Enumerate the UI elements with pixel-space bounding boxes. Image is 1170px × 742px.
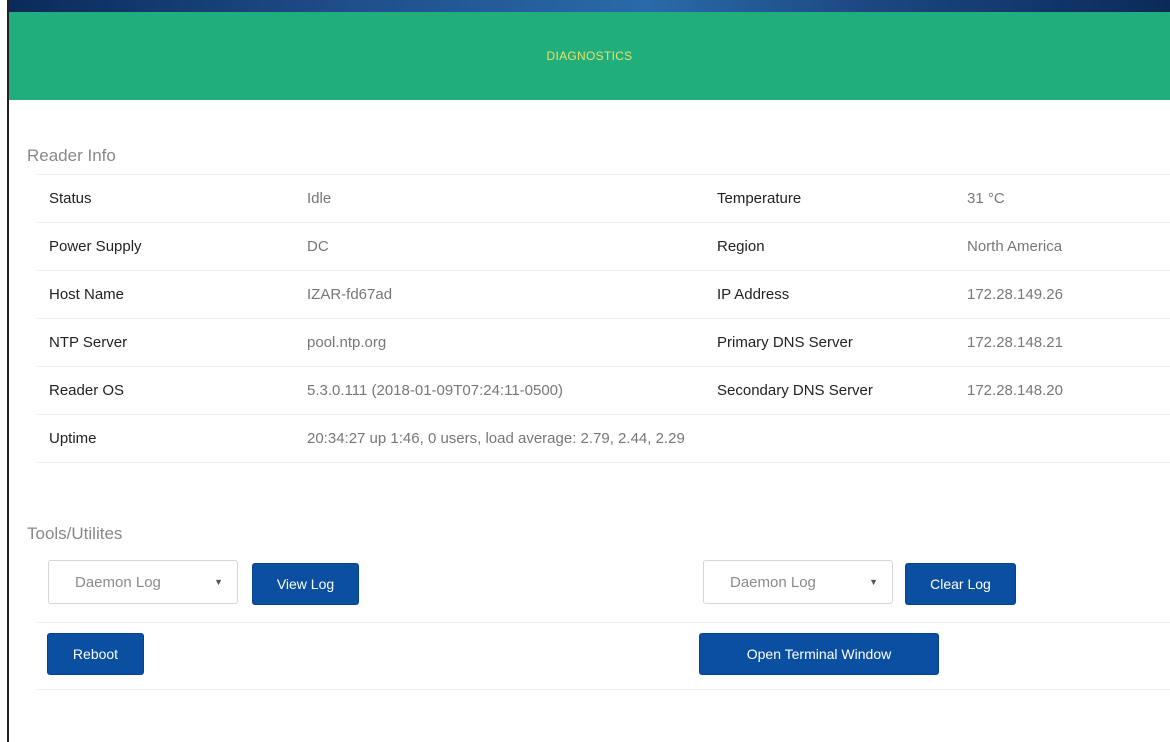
tools-area: Daemon Log ▼ View Log Daemon Log ▼ Clear… — [37, 560, 1170, 690]
uptime-value: 20:34:27 up 1:46, 0 users, load average:… — [307, 430, 685, 447]
uptime-label: Uptime — [49, 430, 97, 447]
temperature-value: 31 °C — [967, 190, 1005, 207]
primary-dns-label: Primary DNS Server — [717, 334, 853, 351]
reader-info-table: Status Idle Temperature 31 °C Power Supp… — [37, 174, 1170, 463]
host-name-label: Host Name — [49, 286, 125, 303]
title-bar: DIAGNOSTICS — [9, 12, 1170, 100]
clear-log-button[interactable]: Clear Log — [905, 563, 1016, 605]
log-tools-row: Daemon Log ▼ View Log Daemon Log ▼ Clear… — [37, 560, 1170, 623]
tools-heading: Tools/Utilites — [27, 524, 123, 543]
reader-os-value: 5.3.0.111 (2018-01-09T07:24:11-0500) — [307, 382, 564, 399]
reboot-button[interactable]: Reboot — [47, 633, 144, 675]
table-row: Power Supply DC Region North America — [37, 222, 1170, 271]
system-tools-row: Reboot Open Terminal Window — [37, 623, 1170, 690]
table-row: Reader OS 5.3.0.111 (2018-01-09T07:24:11… — [37, 366, 1170, 415]
region-value: North America — [967, 238, 1063, 255]
ip-address-value: 172.28.149.26 — [967, 286, 1063, 303]
temperature-label: Temperature — [717, 190, 802, 207]
top-banner-strip — [9, 0, 1170, 12]
host-name-value: IZAR-fd67ad — [307, 286, 393, 303]
region-label: Region — [717, 238, 765, 255]
table-row: Uptime 20:34:27 up 1:46, 0 users, load a… — [37, 414, 1170, 463]
primary-dns-value: 172.28.148.21 — [967, 334, 1063, 351]
reader-os-label: Reader OS — [49, 382, 125, 399]
page-title: DIAGNOSTICS — [546, 49, 633, 63]
log-select-left[interactable]: Daemon Log ▼ — [48, 560, 238, 604]
log-select-left-value: Daemon Log — [75, 573, 161, 591]
reader-info-heading: Reader Info — [27, 146, 116, 165]
chevron-down-icon: ▼ — [869, 577, 878, 587]
table-row: Host Name IZAR-fd67ad IP Address 172.28.… — [37, 270, 1170, 319]
power-supply-value: DC — [307, 238, 329, 255]
secondary-dns-label: Secondary DNS Server — [717, 382, 873, 399]
table-row: NTP Server pool.ntp.org Primary DNS Serv… — [37, 318, 1170, 367]
log-select-right-value: Daemon Log — [730, 573, 816, 591]
ntp-server-label: NTP Server — [49, 334, 128, 351]
log-select-right[interactable]: Daemon Log ▼ — [703, 560, 893, 604]
ip-address-label: IP Address — [717, 286, 790, 303]
status-value: Idle — [307, 190, 332, 207]
chevron-down-icon: ▼ — [214, 577, 223, 587]
secondary-dns-value: 172.28.148.20 — [967, 382, 1063, 399]
ntp-server-value: pool.ntp.org — [307, 334, 387, 351]
table-row: Status Idle Temperature 31 °C — [37, 174, 1170, 223]
status-label: Status — [49, 190, 92, 207]
power-supply-label: Power Supply — [49, 238, 142, 255]
view-log-button[interactable]: View Log — [252, 563, 359, 605]
open-terminal-button[interactable]: Open Terminal Window — [699, 633, 939, 675]
diagnostics-panel: DIAGNOSTICS Reader Info Status Idle Temp… — [7, 0, 1170, 742]
